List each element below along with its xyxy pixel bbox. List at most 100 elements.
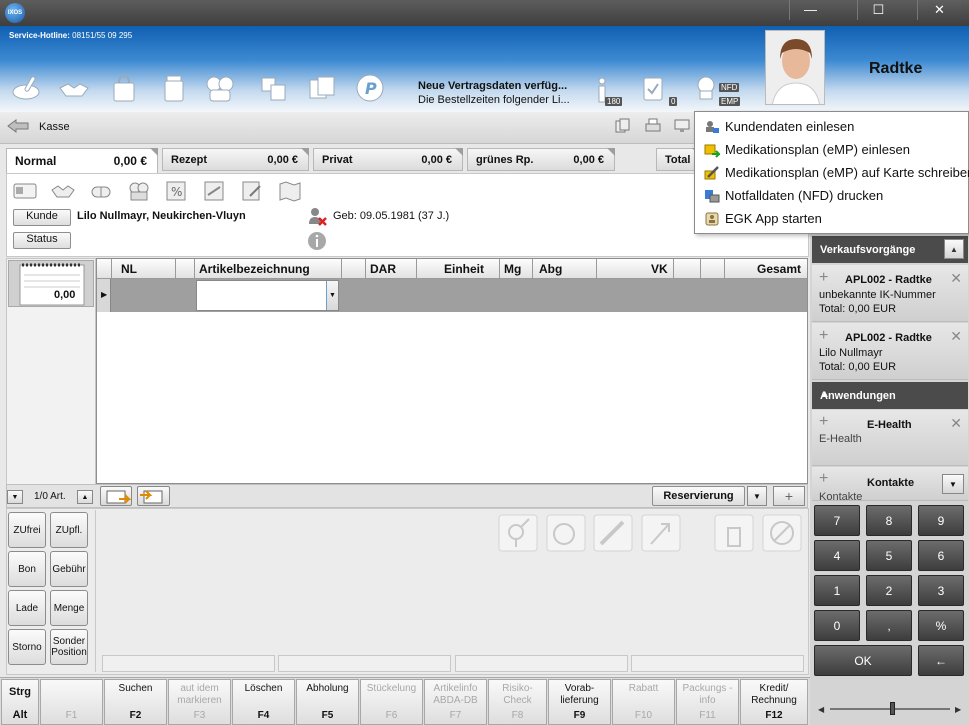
mortar-icon[interactable] <box>10 72 42 104</box>
health-card-head-icon[interactable] <box>694 75 718 101</box>
f2-suchen-button[interactable]: Suchen F2 <box>104 679 167 725</box>
numpad-percent[interactable]: % <box>918 610 964 641</box>
f1-button[interactable]: F1 <box>40 679 103 725</box>
expand-plus-icon[interactable]: + <box>819 327 828 345</box>
numpad-0[interactable]: 0 <box>814 610 860 641</box>
p-logo-icon[interactable]: P <box>354 72 386 104</box>
no-spray-icon[interactable] <box>714 514 754 552</box>
numpad-1[interactable]: 1 <box>814 575 860 606</box>
numpad-3[interactable]: 3 <box>918 575 964 606</box>
reservierung-button[interactable]: Reservierung <box>652 486 745 506</box>
back-arrow-icon[interactable] <box>7 119 29 133</box>
app-e-health[interactable]: + E-Health ✕ E-Health <box>812 410 968 466</box>
slider-left-arrow[interactable]: ◀ <box>818 705 824 714</box>
news-title[interactable]: Neue Vertragsdaten verfüg... <box>418 80 567 92</box>
menu-item-egk-app[interactable]: EGK App starten <box>695 207 969 230</box>
f10-rabatt-button[interactable]: Rabatt F10 <box>612 679 675 725</box>
scroll-up-button[interactable]: ▲ <box>77 490 93 504</box>
no-medication-icon[interactable] <box>762 514 802 552</box>
gender-icon[interactable] <box>498 514 538 552</box>
f11-packungsinfo-button[interactable]: Packungs - info F11 <box>676 679 739 725</box>
printer-icon[interactable] <box>645 118 661 134</box>
baby-icon[interactable] <box>546 514 586 552</box>
menu-item-nfd-drucken[interactable]: Notfalldaten (NFD) drucken <box>695 184 969 207</box>
dropdown-chevron-icon[interactable]: ▼ <box>942 474 964 494</box>
numpad-2[interactable]: 2 <box>866 575 912 606</box>
medicine-jar-icon[interactable] <box>158 72 190 104</box>
tab-rezept[interactable]: Rezept 0,00 € <box>162 148 309 171</box>
verkauf-item-1[interactable]: + APL002 - Radtke ✕ unbekannte IK-Nummer… <box>812 265 968 322</box>
row-selector[interactable]: ▶ <box>97 279 111 312</box>
numpad-comma[interactable]: , <box>866 610 912 641</box>
expand-plus-icon[interactable]: + <box>819 470 828 488</box>
notepad-tile[interactable] <box>8 260 94 307</box>
close-icon[interactable]: ✕ <box>950 415 962 432</box>
col-einheit[interactable]: Einheit <box>444 262 484 276</box>
expand-plus-icon[interactable]: + <box>819 413 828 431</box>
shopping-bag-icon[interactable] <box>108 72 140 104</box>
col-dar[interactable]: DAR <box>370 262 396 276</box>
kunde-button[interactable]: Kunde <box>13 209 71 226</box>
col-gesamt[interactable]: Gesamt <box>757 262 801 276</box>
scroll-down-button[interactable]: ▼ <box>7 490 23 504</box>
zoom-slider-handle[interactable] <box>890 702 895 715</box>
numpad-4[interactable]: 4 <box>814 540 860 571</box>
news-text[interactable]: Die Bestellzeiten folgender Li... <box>418 94 570 106</box>
tab-privat[interactable]: Privat 0,00 € <box>313 148 463 171</box>
zupfl-button[interactable]: ZUpfl. <box>50 512 88 548</box>
info-circle-icon[interactable] <box>307 231 327 251</box>
copy-icon[interactable] <box>615 118 631 134</box>
menu-item-kundendaten[interactable]: Kundendaten einlesen <box>695 115 969 138</box>
menu-item-emp-schreiben[interactable]: Medikationsplan (eMP) auf Karte schreibe… <box>695 161 969 184</box>
chevron-down-icon[interactable]: ▼ <box>326 281 338 310</box>
numpad-9[interactable]: 9 <box>918 505 964 536</box>
anwendungen-header[interactable]: Anwendungen ▲ <box>812 382 968 409</box>
monitor-icon[interactable] <box>674 118 690 134</box>
f12-kredit-rechnung-button[interactable]: Kredit/ Rechnung F12 <box>740 679 808 725</box>
clipboard-icon[interactable] <box>641 74 665 102</box>
col-vk[interactable]: VK <box>651 262 668 276</box>
close-icon[interactable]: ✕ <box>950 270 962 287</box>
col-abg[interactable]: Abg <box>539 262 562 276</box>
map-icon[interactable] <box>278 180 302 202</box>
edit-doc-icon[interactable] <box>240 181 264 201</box>
sonder-position-button[interactable]: Sonder Position <box>50 629 88 665</box>
col-mg[interactable]: Mg <box>504 262 521 276</box>
slider-right-arrow[interactable]: ▶ <box>955 705 961 714</box>
close-icon[interactable]: ✕ <box>950 328 962 345</box>
expand-plus-icon[interactable]: + <box>819 269 828 287</box>
col-nl[interactable]: NL <box>121 262 137 276</box>
numpad-7[interactable]: 7 <box>814 505 860 536</box>
f8-risiko-check-button[interactable]: Risiko-Check F8 <box>488 679 547 725</box>
gebuehr-button[interactable]: Gebühr <box>50 551 88 587</box>
col-artikelbezeichnung[interactable]: Artikelbezeichnung <box>199 262 310 276</box>
pills-icon[interactable] <box>89 181 113 201</box>
f9-vorablieferung-button[interactable]: Vorab-lieferung F9 <box>548 679 611 725</box>
f5-abholung-button[interactable]: Abholung F5 <box>296 679 359 725</box>
f7-artikelinfo-button[interactable]: Artikelinfo ABDA-DB F7 <box>424 679 487 725</box>
tab-gruenes-rp[interactable]: grünes Rp. 0,00 € <box>467 148 615 171</box>
customer-remove-icon[interactable] <box>307 206 327 226</box>
numpad-5[interactable]: 5 <box>866 540 912 571</box>
percent-doc-icon[interactable]: % <box>164 181 188 201</box>
collapse-up-icon[interactable]: ▲ <box>944 239 964 259</box>
lade-button[interactable]: Lade <box>8 590 46 626</box>
minimize-button[interactable]: — <box>789 0 831 20</box>
add-button[interactable]: + <box>773 486 805 506</box>
tab-normal[interactable]: Normal 0,00 € <box>6 148 158 174</box>
handshake-small-icon[interactable] <box>51 182 75 200</box>
close-window-button[interactable]: ✕ <box>917 0 961 20</box>
f6-stueckelung-button[interactable]: Stückelung F6 <box>360 679 423 725</box>
discount-doc-icon[interactable] <box>202 181 226 201</box>
people-icon[interactable] <box>204 72 236 104</box>
menge-button[interactable]: Menge <box>50 590 88 626</box>
backspace-button[interactable]: ← <box>918 645 964 676</box>
numpad-6[interactable]: 6 <box>918 540 964 571</box>
pollen-icon[interactable] <box>641 514 681 552</box>
documents-icon[interactable] <box>306 72 338 104</box>
verkaufsvorgaenge-header[interactable]: Verkaufsvorgänge ▲ <box>812 236 968 263</box>
table-row[interactable]: ▶ ▼ <box>97 279 807 312</box>
storno-button[interactable]: Storno <box>8 629 46 665</box>
maximize-button[interactable]: ☐ <box>857 0 899 20</box>
f4-loeschen-button[interactable]: Löschen F4 <box>232 679 295 725</box>
